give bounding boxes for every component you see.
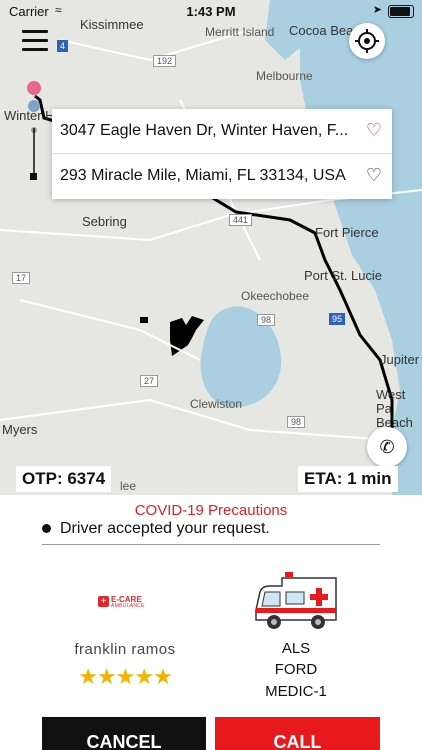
- battery-icon: [388, 5, 414, 18]
- dropoff-marker-icon: [30, 173, 37, 180]
- map-label-west-palm-beach: West Pa Beach: [376, 387, 413, 430]
- shield-441: 441: [229, 214, 253, 226]
- vehicle-make: FORD: [274, 661, 318, 678]
- map-label-jupiter: Jupiter: [380, 352, 420, 367]
- hamburger-icon: [22, 30, 48, 33]
- dropoff-row[interactable]: 293 Miracle Mile, Miami, FL 33134, USA ♡: [52, 154, 392, 198]
- menu-button[interactable]: [22, 30, 48, 52]
- trip-status: Driver accepted your request.: [42, 520, 270, 538]
- map-label-okeechobee: Okeechobee: [241, 289, 310, 303]
- provider-logo: + E-CARE AMBULANCE: [98, 595, 150, 611]
- pickup-row[interactable]: 3047 Eagle Haven Dr, Winter Haven, F... …: [52, 109, 392, 154]
- favorite-pickup-heart-icon[interactable]: ♡: [366, 121, 382, 139]
- map-label-merritt-island: Merritt Island: [205, 25, 275, 39]
- driver-rating-stars: ★★★★★: [78, 664, 173, 689]
- lake-shape: [170, 316, 204, 356]
- crosshair-icon: [355, 29, 379, 53]
- shield-98-south: 98: [287, 416, 306, 428]
- driver-name: franklin ramos: [74, 641, 176, 658]
- shield-27: 27: [140, 375, 159, 387]
- shield-192: 192: [153, 55, 177, 67]
- covid-precautions-link[interactable]: COVID-19 Precautions: [0, 502, 422, 519]
- vehicle-id: MEDIC-1: [265, 683, 327, 700]
- shield-17: 17: [12, 272, 31, 284]
- ambulance-icon: [255, 572, 337, 629]
- status-dot-icon: [42, 524, 51, 534]
- shield-98-north: 98: [257, 314, 276, 326]
- recenter-location-button[interactable]: [349, 23, 385, 59]
- ecare-logo-icon: +: [98, 596, 109, 607]
- call-button[interactable]: CALL: [215, 717, 380, 750]
- cancel-button[interactable]: CANCEL: [42, 717, 206, 750]
- status-bar: Carrier ≈ 1:43 PM ➤: [0, 0, 422, 22]
- map-canvas: [0, 0, 422, 495]
- call-driver-fab[interactable]: ✆: [367, 427, 407, 467]
- map-label-clewiston: Clewiston: [190, 397, 243, 411]
- shield-i95: 95: [329, 313, 346, 325]
- map-label-port-st-lucie: Port St. Lucie: [304, 268, 383, 283]
- phone-icon: ✆: [379, 437, 395, 457]
- map-label-sebring: Sebring: [82, 214, 127, 229]
- favorite-dropoff-heart-icon[interactable]: ♡: [366, 166, 382, 184]
- divider: [42, 544, 380, 545]
- map-view[interactable]: Kissimmee Merritt Island Cocoa Beach Mel…: [0, 0, 422, 495]
- location-arrow-icon: ➤: [372, 4, 382, 16]
- map-label-lee: lee: [120, 479, 137, 493]
- map-label-fort-pierce: Fort Pierce: [315, 225, 379, 240]
- otp-badge: OTP: 6374: [16, 466, 112, 492]
- route-card: 3047 Eagle Haven Dr, Winter Haven, F... …: [52, 109, 392, 199]
- clock: 1:43 PM: [186, 4, 236, 19]
- shield-i4: 4: [57, 40, 69, 52]
- pickup-address: 3047 Eagle Haven Dr, Winter Haven, F...: [60, 122, 349, 139]
- map-label-melbourne: Melbourne: [256, 69, 313, 83]
- map-label-myers: Myers: [2, 422, 38, 437]
- provider-logo-sub: AMBULANCE: [111, 603, 145, 609]
- vehicle-type: ALS: [281, 640, 311, 657]
- trip-status-text: Driver accepted your request.: [60, 520, 270, 537]
- dropoff-address: 293 Miracle Mile, Miami, FL 33134, USA: [60, 167, 346, 184]
- eta-badge: ETA: 1 min: [298, 466, 398, 492]
- route-timeline: [22, 80, 52, 190]
